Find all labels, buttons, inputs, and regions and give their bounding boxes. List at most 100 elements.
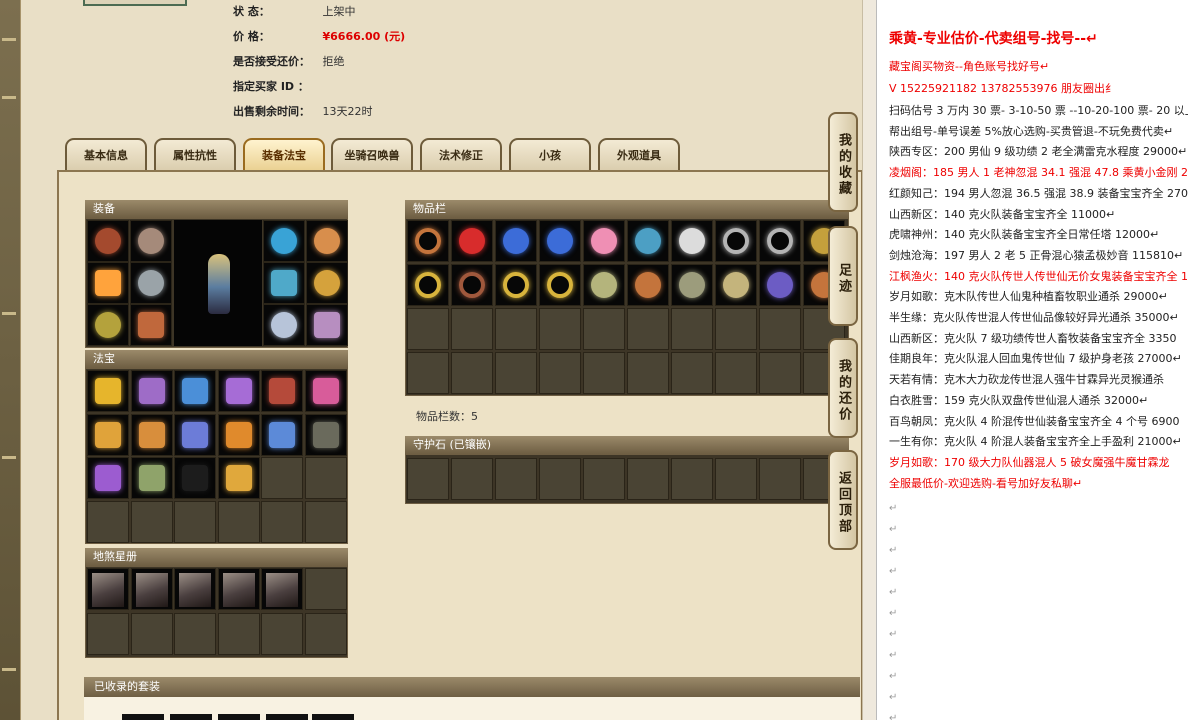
tab-mounts-summons[interactable]: 坐骑召唤兽 <box>331 138 413 172</box>
guard-stone-slot[interactable] <box>715 458 757 500</box>
inventory-slot[interactable] <box>451 264 493 306</box>
inventory-slot[interactable] <box>715 264 757 306</box>
guard-stone-slot[interactable] <box>627 458 669 500</box>
guard-stone-slot[interactable] <box>451 458 493 500</box>
inventory-slot[interactable] <box>627 264 669 306</box>
equipment-slot[interactable] <box>306 220 348 262</box>
star-register-slot[interactable] <box>174 613 216 655</box>
fabao-slot[interactable] <box>87 457 129 499</box>
star-register-slot[interactable] <box>87 613 129 655</box>
tab-equipment-fabao[interactable]: 装备法宝 <box>243 138 325 172</box>
guard-stone-slot[interactable] <box>539 458 581 500</box>
inventory-slot[interactable] <box>759 264 801 306</box>
equipment-slot[interactable] <box>87 220 129 262</box>
inventory-slot[interactable] <box>583 352 625 394</box>
equipment-slot[interactable] <box>87 262 129 304</box>
equipment-slot[interactable] <box>130 262 172 304</box>
fabao-slot[interactable] <box>261 413 303 456</box>
fabao-slot[interactable] <box>87 500 129 543</box>
inventory-slot[interactable] <box>715 308 757 350</box>
text-document[interactable]: 乘黄-专业估价-代卖组号-找号--↵ 藏宝阁买物资--角色账号找好号↵ V 1522… <box>876 0 1188 720</box>
inventory-slot[interactable] <box>715 220 757 262</box>
back-to-top-button[interactable]: 返回顶部 <box>828 450 858 550</box>
star-register-slot[interactable] <box>130 613 173 655</box>
inventory-slot[interactable] <box>759 308 801 350</box>
guard-stone-slot[interactable] <box>583 458 625 500</box>
fabao-slot[interactable] <box>217 500 260 543</box>
equipment-slot[interactable] <box>306 262 348 304</box>
inventory-slot[interactable] <box>671 264 713 306</box>
star-register-slot[interactable] <box>174 568 216 610</box>
star-register-slot[interactable] <box>87 568 129 610</box>
fabao-slot[interactable] <box>217 370 260 412</box>
equipment-slot[interactable] <box>87 304 129 346</box>
fabao-slot[interactable] <box>174 457 216 499</box>
my-favorites-button[interactable]: 我的收藏 <box>828 112 858 212</box>
fabao-slot[interactable] <box>261 370 303 412</box>
guard-stone-slot[interactable] <box>495 458 537 500</box>
inventory-slot[interactable] <box>407 220 449 262</box>
star-register-slot[interactable] <box>217 613 260 655</box>
inventory-slot[interactable] <box>539 308 581 350</box>
star-register-slot[interactable] <box>217 568 260 610</box>
inventory-slot[interactable] <box>495 352 537 394</box>
inventory-slot[interactable] <box>759 220 801 262</box>
tab-basic-info[interactable]: 基本信息 <box>65 138 147 172</box>
star-register-slot[interactable] <box>304 613 347 655</box>
fabao-slot[interactable] <box>130 457 173 499</box>
fabao-slot[interactable] <box>87 413 129 456</box>
inventory-slot[interactable] <box>539 352 581 394</box>
fabao-slot[interactable] <box>217 457 260 499</box>
tab-children[interactable]: 小孩 <box>509 138 591 172</box>
inventory-slot[interactable] <box>671 352 713 394</box>
fabao-slot[interactable] <box>217 413 260 456</box>
inventory-slot[interactable] <box>495 264 537 306</box>
fabao-slot[interactable] <box>304 413 347 456</box>
tab-attributes[interactable]: 属性抗性 <box>154 138 236 172</box>
equipment-slot[interactable] <box>263 262 305 304</box>
fabao-slot[interactable] <box>261 500 303 543</box>
fabao-slot[interactable] <box>130 370 173 412</box>
fabao-slot[interactable] <box>130 500 173 543</box>
inventory-slot[interactable] <box>583 264 625 306</box>
star-register-slot[interactable] <box>261 613 303 655</box>
equipment-slot[interactable] <box>263 304 305 346</box>
star-register-slot[interactable] <box>261 568 303 610</box>
inventory-slot[interactable] <box>583 308 625 350</box>
guard-stone-slot[interactable] <box>759 458 801 500</box>
fabao-slot[interactable] <box>304 500 347 543</box>
equipment-slot[interactable] <box>306 304 348 346</box>
fabao-slot[interactable] <box>174 413 216 456</box>
inventory-slot[interactable] <box>583 220 625 262</box>
inventory-slot[interactable] <box>539 264 581 306</box>
equipment-slot[interactable] <box>130 304 172 346</box>
equipment-slot[interactable] <box>130 220 172 262</box>
fabao-slot[interactable] <box>87 370 129 412</box>
fabao-slot[interactable] <box>304 370 347 412</box>
inventory-slot[interactable] <box>627 352 669 394</box>
star-register-slot[interactable] <box>130 568 173 610</box>
inventory-slot[interactable] <box>495 308 537 350</box>
fabao-slot[interactable] <box>304 457 347 499</box>
inventory-slot[interactable] <box>407 308 449 350</box>
inventory-slot[interactable] <box>539 220 581 262</box>
equipment-slot[interactable] <box>263 220 305 262</box>
guard-stone-slot[interactable] <box>407 458 449 500</box>
my-counter-offers-button[interactable]: 我的还价 <box>828 338 858 438</box>
guard-stone-slot[interactable] <box>671 458 713 500</box>
inventory-slot[interactable] <box>671 220 713 262</box>
inventory-slot[interactable] <box>407 352 449 394</box>
footprint-button[interactable]: 足迹 <box>828 226 858 326</box>
fabao-slot[interactable] <box>130 413 173 456</box>
inventory-slot[interactable] <box>451 352 493 394</box>
inventory-slot[interactable] <box>451 220 493 262</box>
fabao-slot[interactable] <box>174 500 216 543</box>
inventory-slot[interactable] <box>495 220 537 262</box>
fabao-slot[interactable] <box>261 457 303 499</box>
inventory-slot[interactable] <box>671 308 713 350</box>
fabao-slot[interactable] <box>174 370 216 412</box>
inventory-slot[interactable] <box>627 308 669 350</box>
tab-spell-correction[interactable]: 法术修正 <box>420 138 502 172</box>
inventory-slot[interactable] <box>407 264 449 306</box>
tab-appearance-items[interactable]: 外观道具 <box>598 138 680 172</box>
